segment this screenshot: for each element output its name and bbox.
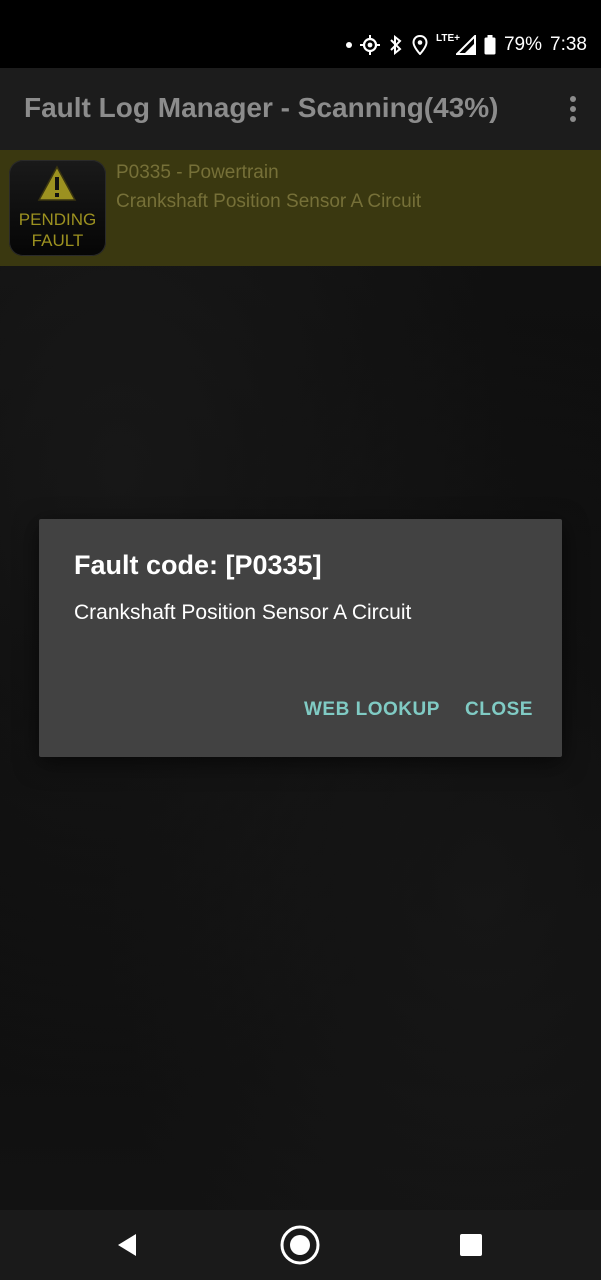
dialog-title: Fault code: [P0335]	[74, 550, 322, 580]
signal-icon: LTE+	[436, 32, 476, 55]
navigation-bar	[0, 1210, 601, 1280]
bluetooth-icon	[388, 35, 404, 55]
status-icons: LTE+ 79% 7:38	[346, 30, 587, 60]
recents-icon[interactable]	[450, 1224, 492, 1266]
web-lookup-button[interactable]: WEB LOOKUP	[304, 699, 440, 721]
status-bar: LTE+ 79% 7:38	[0, 0, 601, 68]
fault-code-dialog: Fault code: [P0335] Crankshaft Position …	[39, 519, 562, 757]
clock: 7:38	[550, 34, 587, 55]
gps-crosshair-icon	[360, 35, 380, 55]
battery-percent: 79%	[503, 34, 543, 55]
home-icon[interactable]	[279, 1224, 321, 1266]
close-button[interactable]: CLOSE	[465, 699, 533, 721]
network-type-label: LTE+	[436, 32, 460, 44]
screen: LTE+ 79% 7:38 Fault Log Manager - Scanni…	[0, 0, 601, 1280]
battery-icon	[484, 35, 496, 55]
location-icon	[412, 35, 428, 55]
dot-icon	[346, 42, 352, 48]
back-icon[interactable]	[106, 1224, 148, 1266]
dialog-message: Crankshaft Position Sensor A Circuit	[74, 601, 412, 624]
